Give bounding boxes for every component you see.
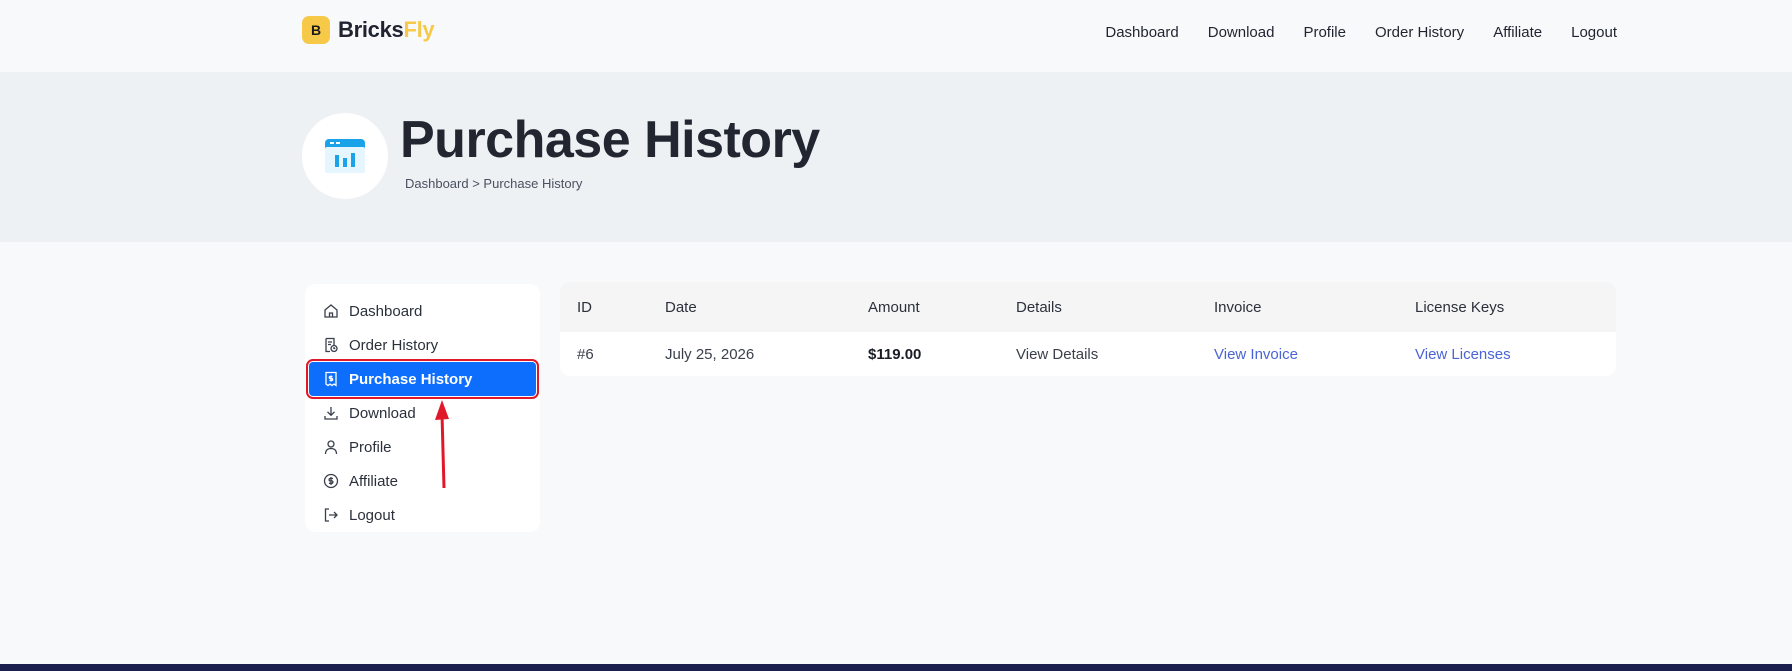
sidebar-item-label: Order History	[349, 336, 439, 354]
brand-name: BricksFly	[338, 17, 435, 42]
main-nav: Dashboard Download Profile Order History…	[1105, 24, 1617, 41]
sidebar-item-label: Dashboard	[349, 302, 423, 320]
view-licenses-link[interactable]: View Licenses	[1415, 346, 1511, 363]
footer-bar	[0, 664, 1792, 671]
sidebar-item-affiliate[interactable]: Affiliate	[305, 464, 540, 498]
page-title: Purchase History	[400, 111, 820, 169]
sidebar-item-purchase-history[interactable]: Purchase History	[306, 359, 539, 399]
table-header-row: ID Date Amount Details Invoice License K…	[560, 282, 1616, 332]
download-icon	[324, 407, 338, 420]
view-invoice-link[interactable]: View Invoice	[1214, 346, 1298, 363]
nav-link-download[interactable]: Download	[1208, 24, 1275, 41]
sidebar-item-label: Download	[349, 404, 416, 422]
nav-link-affiliate[interactable]: Affiliate	[1493, 24, 1542, 41]
table-row: #6 July 25, 2026 $119.00 View Details Vi…	[560, 332, 1616, 376]
logout-icon	[324, 508, 338, 522]
receipt-dollar-icon	[325, 371, 337, 387]
column-header-id: ID	[577, 299, 592, 316]
sidebar-item-dashboard[interactable]: Dashboard	[305, 294, 540, 328]
sidebar-item-order-history[interactable]: Order History	[305, 328, 540, 362]
column-header-details: Details	[1016, 299, 1062, 316]
logo-badge-icon: B	[302, 16, 330, 44]
sidebar-item-label: Affiliate	[349, 472, 398, 490]
brand-logo[interactable]: B BricksFly	[302, 16, 435, 44]
nav-link-dashboard[interactable]: Dashboard	[1105, 24, 1178, 41]
red-annotation-arrow	[435, 400, 449, 489]
sidebar-item-profile[interactable]: Profile	[305, 430, 540, 464]
purchase-history-table: ID Date Amount Details Invoice License K…	[560, 282, 1616, 376]
view-details-button[interactable]: View Details	[1016, 346, 1098, 363]
nav-link-profile[interactable]: Profile	[1303, 24, 1346, 41]
cell-amount: $119.00	[868, 346, 922, 363]
user-icon	[324, 440, 338, 455]
breadcrumb: Dashboard > Purchase History	[405, 176, 583, 191]
nav-link-order-history[interactable]: Order History	[1375, 24, 1464, 41]
page-hero: Purchase History Dashboard > Purchase Hi…	[0, 72, 1792, 242]
dashboard-window-icon	[302, 113, 388, 199]
cell-order-id: #6	[577, 346, 594, 363]
sidebar-item-label: Purchase History	[349, 370, 473, 388]
dollar-circle-icon	[323, 473, 339, 489]
column-header-invoice: Invoice	[1214, 299, 1262, 316]
home-icon	[324, 304, 338, 318]
cell-date: July 25, 2026	[665, 346, 755, 363]
account-sidebar: Dashboard Order History Purchase History…	[305, 284, 540, 532]
top-navbar: B BricksFly Dashboard Download Profile O…	[0, 0, 1792, 72]
nav-link-logout[interactable]: Logout	[1571, 24, 1617, 41]
sidebar-item-logout[interactable]: Logout	[305, 498, 540, 532]
receipt-clock-icon	[325, 337, 338, 353]
sidebar-item-label: Logout	[349, 506, 395, 524]
column-header-license-keys: License Keys	[1415, 299, 1505, 316]
sidebar-item-download[interactable]: Download	[305, 396, 540, 430]
column-header-date: Date	[665, 299, 697, 316]
sidebar-item-label: Profile	[349, 438, 392, 456]
column-header-amount: Amount	[868, 299, 920, 316]
